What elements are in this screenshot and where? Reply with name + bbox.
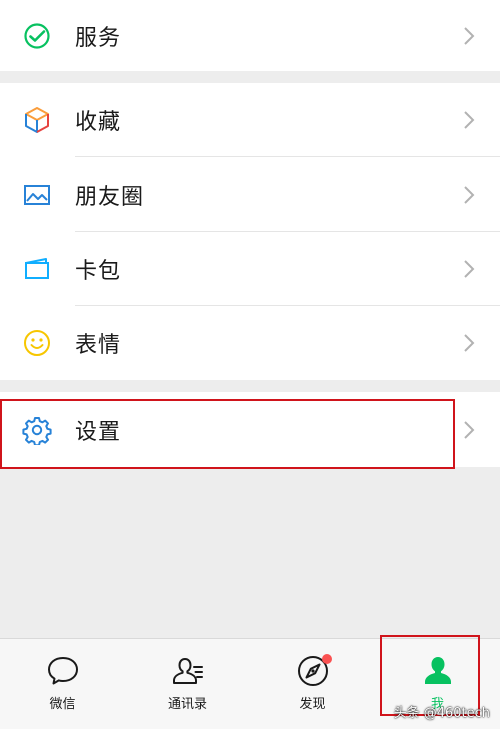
menu-item-settings-label: 设置: [75, 419, 122, 445]
menu-item-moments-label: 朋友圈: [75, 184, 145, 210]
menu-group-settings: 设置: [0, 392, 500, 467]
service-check-icon: [22, 21, 52, 51]
chevron-right-icon: [462, 419, 476, 441]
menu-item-stickers-label: 表情: [75, 333, 122, 358]
menu-item-settings[interactable]: 设置: [0, 392, 500, 467]
favorites-cube-icon: [22, 105, 52, 135]
tab-chats-label: 微信: [49, 697, 76, 712]
moments-image-icon: [22, 180, 52, 210]
chevron-right-icon: [462, 184, 476, 206]
menu-item-stickers[interactable]: 表情: [0, 306, 500, 380]
menu-item-favorites[interactable]: 收藏: [0, 83, 500, 157]
chat-bubble-icon: [45, 653, 81, 689]
watermark-text: 头条 @460tech: [393, 706, 490, 721]
smiley-icon: [22, 328, 52, 358]
chevron-right-icon: [462, 25, 476, 47]
tab-chats[interactable]: 微信: [0, 639, 125, 729]
gear-icon: [22, 415, 52, 445]
menu-item-cards[interactable]: 卡包: [0, 232, 500, 306]
menu-item-moments[interactable]: 朋友圈: [0, 157, 500, 232]
menu-group-service: 服务: [0, 0, 500, 71]
menu-item-service-label: 服务: [75, 25, 122, 51]
menu-group-main: 收藏 朋友圈 卡包 表情: [0, 83, 500, 380]
menu-item-service[interactable]: 服务: [0, 0, 500, 71]
discover-red-dot-badge: [322, 654, 332, 664]
person-icon: [420, 653, 456, 689]
card-wallet-icon: [22, 254, 52, 284]
menu-item-favorites-label: 收藏: [75, 110, 122, 135]
menu-item-cards-label: 卡包: [75, 259, 122, 284]
tab-contacts-label: 通讯录: [167, 697, 207, 712]
contacts-icon: [170, 653, 206, 689]
chevron-right-icon: [462, 109, 476, 131]
tab-discover-label: 发现: [299, 697, 326, 712]
chevron-right-icon: [462, 332, 476, 354]
tab-contacts[interactable]: 通讯录: [125, 639, 250, 729]
chevron-right-icon: [462, 258, 476, 280]
tab-discover[interactable]: 发现: [250, 639, 375, 729]
